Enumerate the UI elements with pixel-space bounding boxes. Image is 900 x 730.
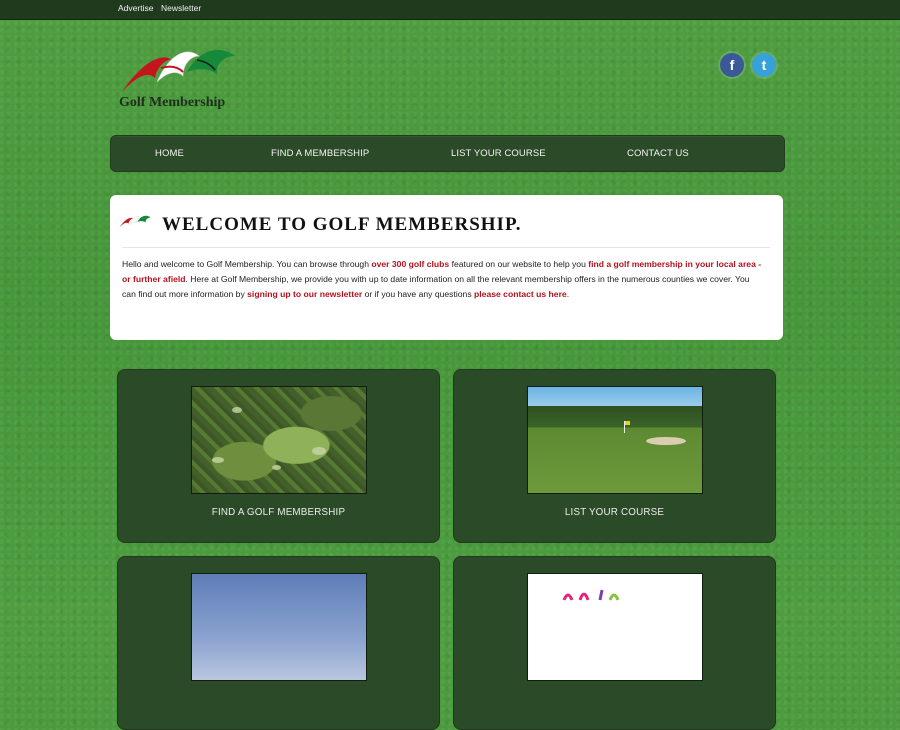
twitter-icon[interactable]: t (752, 53, 776, 77)
welcome-text-5: . (566, 289, 570, 299)
facebook-icon[interactable]: f (720, 53, 744, 77)
list-course-label[interactable]: LIST YOUR COURSE (454, 507, 775, 518)
advertise-link[interactable]: Advertise (118, 3, 153, 13)
divider (122, 247, 770, 248)
newsletter-link[interactable]: Newsletter (161, 3, 201, 13)
welcome-text-4: or if you have any questions (362, 289, 475, 299)
site-name[interactable]: Golf Membership (119, 95, 225, 111)
clubs-link[interactable]: over 300 golf clubs (371, 259, 449, 269)
top-bar: Advertise Newsletter (0, 0, 900, 20)
flag-icon (624, 421, 630, 433)
fourth-card[interactable] (453, 556, 776, 730)
aerial-course-image[interactable] (191, 386, 367, 494)
newsletter-signup-link[interactable]: signing up to our newsletter (247, 289, 362, 299)
nav-list-your-course[interactable]: LIST YOUR COURSE (451, 148, 546, 159)
mini-logo-icon (119, 215, 151, 228)
nav-contact-us[interactable]: CONTACT US (627, 148, 689, 159)
welcome-panel: WELCOME TO GOLF MEMBERSHIP. Hello and we… (110, 195, 783, 340)
welcome-title: WELCOME TO GOLF MEMBERSHIP. (162, 214, 522, 235)
list-course-card[interactable]: LIST YOUR COURSE (453, 369, 776, 543)
brand-image[interactable] (527, 573, 703, 681)
nav-find-a-membership[interactable]: FIND A MEMBERSHIP (271, 148, 369, 159)
golf-green-image[interactable] (527, 386, 703, 494)
third-card[interactable] (117, 556, 440, 730)
main-nav: HOME FIND A MEMBERSHIP LIST YOUR COURSE … (110, 135, 785, 172)
welcome-text: Hello and welcome to Golf Membership. Yo… (122, 257, 762, 302)
find-membership-label[interactable]: FIND A GOLF MEMBERSHIP (118, 507, 439, 518)
nav-home[interactable]: HOME (155, 148, 184, 159)
contact-link[interactable]: please contact us here (474, 289, 567, 299)
sky-image[interactable] (191, 573, 367, 681)
welcome-text-1: Hello and welcome to Golf Membership. Yo… (122, 259, 372, 269)
welcome-text-2: featured on our website to help you (449, 259, 589, 269)
find-membership-card[interactable]: FIND A GOLF MEMBERSHIP (117, 369, 440, 543)
bunker (646, 437, 686, 445)
